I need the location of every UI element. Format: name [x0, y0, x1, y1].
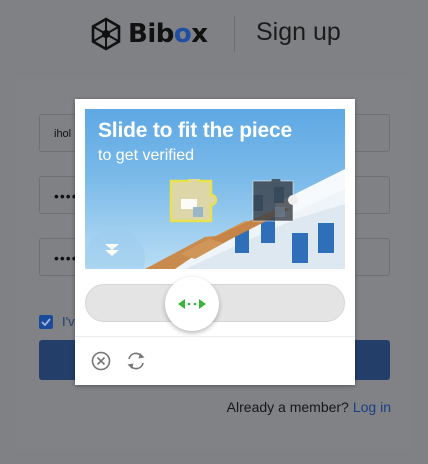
bibox-logo[interactable]: Bibox: [90, 17, 208, 51]
captcha-title: Slide to fit the piece: [98, 119, 292, 142]
login-link[interactable]: Log in: [353, 399, 391, 415]
login-prompt: Already a member? Log in: [227, 399, 391, 415]
double-chevron-down-icon: [105, 244, 119, 256]
agree-label: I'v: [62, 314, 75, 329]
puzzle-target-slot: [252, 179, 299, 222]
refresh-captcha-button[interactable]: [125, 350, 147, 372]
agree-row: I'v: [39, 314, 75, 329]
page-title: Sign up: [256, 18, 341, 46]
agree-checkbox[interactable]: [39, 314, 53, 329]
page-header: Bibox Sign up: [0, 0, 428, 70]
close-captcha-button[interactable]: [90, 350, 112, 372]
already-member-text: Already a member?: [226, 399, 349, 415]
header-divider: [234, 16, 235, 52]
slider-arrows-icon: [178, 299, 206, 309]
captcha-divider: [75, 336, 355, 337]
captcha-subtitle: to get verified: [98, 147, 195, 164]
logo-text-main: Bib: [128, 19, 174, 49]
puzzle-piece: [169, 179, 217, 223]
logo-text-o: o: [173, 19, 192, 49]
logo-text-end: x: [191, 19, 208, 49]
captcha-image: Slide to fit the piece to get verified: [85, 109, 345, 269]
slider-captcha: Slide to fit the piece to get verified: [75, 99, 355, 385]
checkmark-icon: [41, 317, 51, 326]
cube-logo-icon: [91, 17, 121, 51]
refresh-icon: [127, 352, 145, 370]
slider-handle[interactable]: [165, 277, 219, 331]
logo-text: Bibox: [128, 19, 208, 49]
close-circle-icon: [91, 351, 111, 371]
